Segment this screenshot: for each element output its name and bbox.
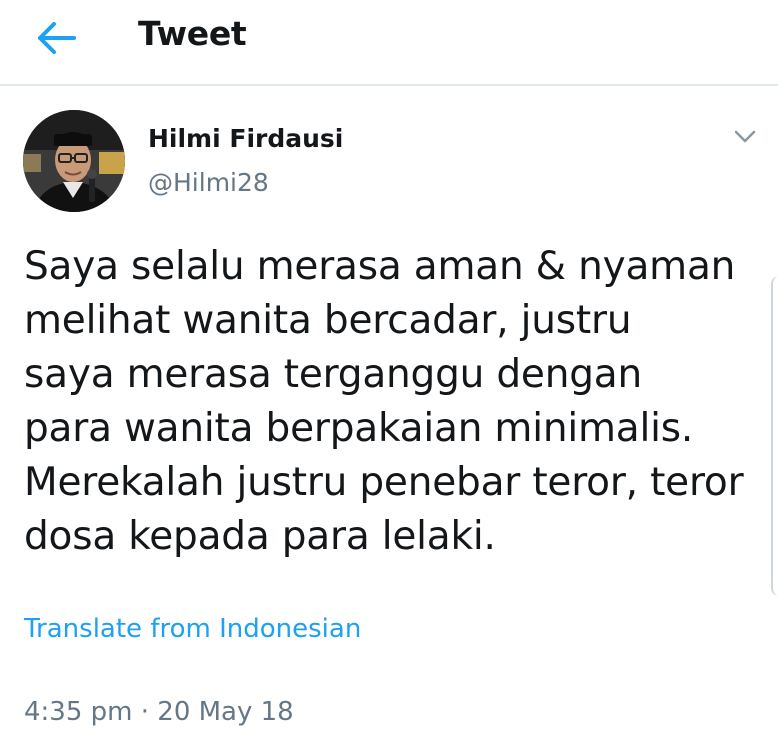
tweet-text: Saya selalu merasa aman & nyaman melihat…	[24, 240, 754, 564]
tweet-text-line: Saya selalu merasa aman & nyaman	[24, 244, 736, 289]
tweet-text-line: para wanita berpakaian minimalis.	[24, 406, 694, 451]
translate-link[interactable]: Translate from Indonesian	[24, 614, 361, 644]
author-name[interactable]: Hilmi Firdausi	[148, 124, 343, 153]
tweet-menu-button[interactable]	[730, 126, 760, 148]
tweet-text-line: Merekalah justru penebar teror, teror	[24, 460, 744, 505]
app-header: Tweet	[0, 0, 778, 86]
tweet-timestamp: 4:35 pm · 20 May 18	[24, 697, 294, 727]
profile-photo	[23, 110, 125, 212]
back-button[interactable]	[30, 18, 82, 58]
arrow-left-icon	[38, 22, 76, 54]
tweet-text-line: saya merasa terganggu dengan	[24, 352, 643, 397]
page-title: Tweet	[138, 14, 247, 53]
author-handle[interactable]: @Hilmi28	[148, 168, 269, 197]
tweet-text-line: dosa kepada para lelaki.	[24, 514, 496, 559]
scrollbar[interactable]	[771, 276, 778, 596]
avatar[interactable]	[23, 110, 125, 212]
tweet-text-line: melihat wanita bercadar, justru	[24, 298, 632, 343]
chevron-down-icon	[734, 130, 756, 143]
